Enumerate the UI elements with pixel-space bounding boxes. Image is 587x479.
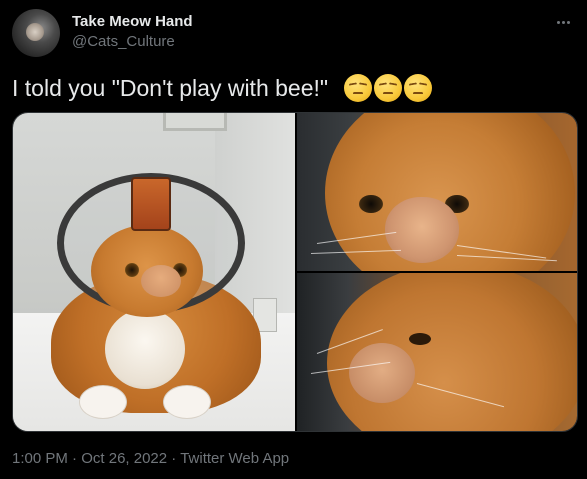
- tweet: Take Meow Hand @Cats_Culture I told you …: [0, 0, 587, 479]
- tweet-text: I told you "Don't play with bee!": [12, 75, 329, 101]
- avatar[interactable]: [12, 9, 60, 57]
- unamused-face-icon: [404, 74, 432, 102]
- author-name[interactable]: Take Meow Hand: [72, 13, 193, 31]
- meta-separator: ·: [171, 450, 177, 467]
- tweet-date[interactable]: Oct 26, 2022: [81, 450, 167, 467]
- unamused-face-icon: [344, 74, 372, 102]
- author-handle[interactable]: @Cats_Culture: [72, 32, 193, 52]
- unamused-face-icon: [374, 74, 402, 102]
- tweet-source[interactable]: Twitter Web App: [180, 450, 289, 467]
- author-block: Take Meow Hand @Cats_Culture: [72, 13, 193, 52]
- media-grid: [12, 112, 578, 432]
- tweet-time[interactable]: 1:00 PM: [12, 450, 68, 467]
- tweet-meta: 1:00 PM · Oct 26, 2022 · Twitter Web App: [12, 449, 289, 469]
- more-options-icon[interactable]: [553, 12, 573, 32]
- emoji-row: [344, 74, 432, 102]
- cat-swollen-nose-side-photo[interactable]: [297, 273, 577, 431]
- cat-swollen-face-closeup-photo[interactable]: [297, 113, 577, 271]
- meta-separator: ·: [72, 450, 78, 467]
- cat-in-cone-photo[interactable]: [13, 113, 295, 431]
- avatar-image: [26, 23, 44, 41]
